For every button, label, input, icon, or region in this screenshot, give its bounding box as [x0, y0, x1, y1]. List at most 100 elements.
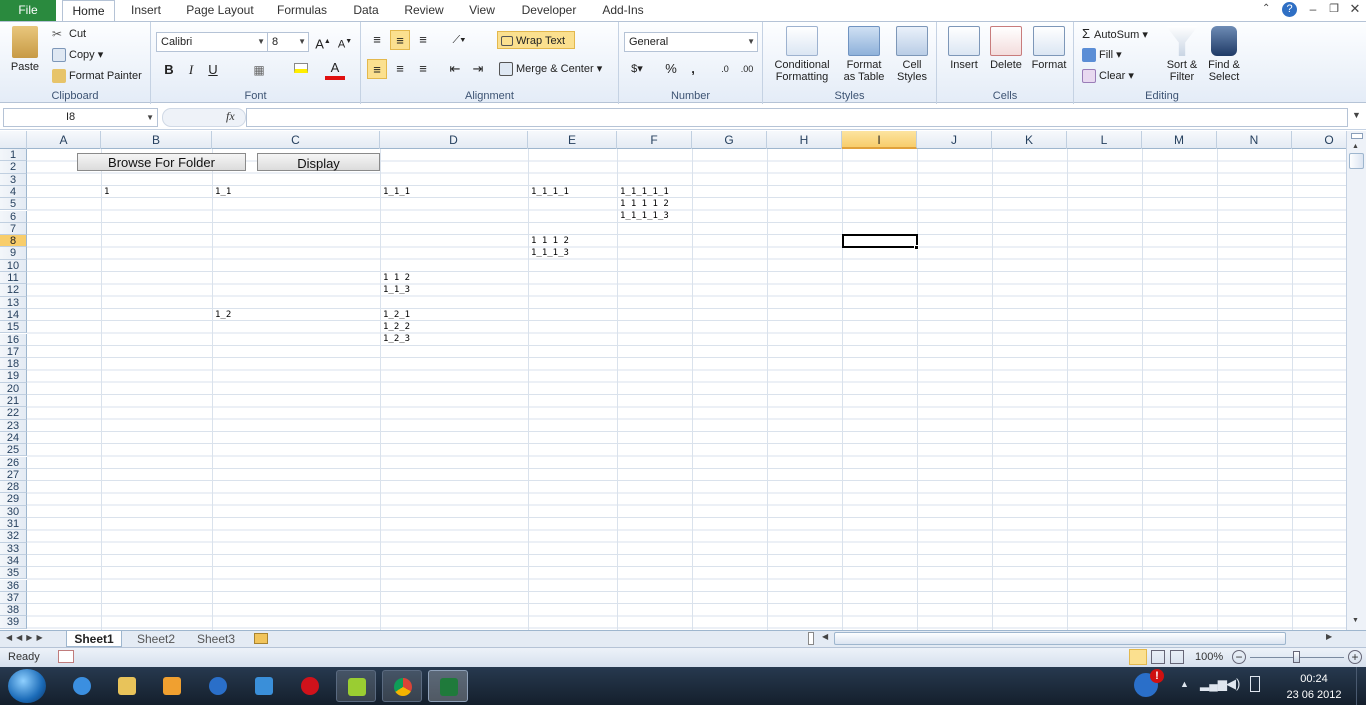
tab-file[interactable]: File — [0, 0, 56, 21]
row-header[interactable]: 28 — [0, 481, 27, 494]
format-cells-button[interactable]: Format — [1027, 26, 1071, 71]
tab-page-layout[interactable]: Page Layout — [182, 0, 258, 22]
vertical-scrollbar[interactable]: ▲ ▼ — [1346, 131, 1366, 630]
row-header[interactable]: 20 — [0, 382, 27, 395]
normal-view-icon[interactable] — [1129, 649, 1147, 665]
scroll-right-icon[interactable]: ▶ — [1326, 632, 1332, 641]
paste-button[interactable]: Paste — [6, 26, 44, 73]
row-header[interactable]: 7 — [0, 222, 27, 236]
zoom-in-icon[interactable]: + — [1348, 650, 1362, 664]
cell-D14[interactable]: 1_2_1 — [383, 309, 410, 321]
row-header[interactable]: 13 — [0, 296, 27, 309]
show-desktop-button[interactable] — [1356, 667, 1366, 705]
grow-font-button[interactable]: A▲ — [313, 32, 333, 52]
alert-icon[interactable]: ! — [1150, 669, 1164, 683]
find-select-button[interactable]: Find & Select — [1202, 26, 1246, 83]
comma-button[interactable]: , — [683, 59, 703, 79]
cell-C4[interactable]: 1_1 — [215, 186, 231, 198]
active-cell-I8[interactable] — [842, 234, 918, 248]
bold-button[interactable]: B — [159, 60, 179, 80]
cell-E9[interactable]: 1_1_1_3 — [531, 247, 569, 259]
window-close-icon[interactable]: ✕ — [1348, 1, 1362, 16]
tab-home[interactable]: Home — [62, 0, 115, 22]
row-header[interactable]: 18 — [0, 358, 27, 371]
tab-split-handle[interactable] — [808, 632, 814, 645]
window-minimize-icon[interactable]: – — [1306, 2, 1320, 16]
column-header[interactable]: M — [1142, 131, 1217, 149]
sort-filter-button[interactable]: Sort & Filter — [1160, 26, 1204, 83]
row-header[interactable]: 14 — [0, 308, 27, 322]
row-header[interactable]: 2 — [0, 161, 27, 174]
font-size-combo[interactable]: 8 ▼ — [267, 32, 309, 52]
insert-cells-button[interactable]: Insert — [943, 26, 985, 71]
cell-area[interactable]: Browse For Folder Display 1 1_1 1_1_1 1_… — [27, 149, 1346, 630]
copy-button[interactable]: Copy ▾ — [52, 46, 103, 64]
column-header-selected[interactable]: I — [842, 131, 917, 149]
minimize-ribbon-icon[interactable]: ⌃ — [1262, 3, 1274, 15]
column-header[interactable]: N — [1217, 131, 1292, 149]
row-header[interactable]: 22 — [0, 407, 27, 420]
row-header[interactable]: 12 — [0, 284, 27, 297]
help-icon[interactable]: ? — [1282, 2, 1297, 17]
cell-E8[interactable]: 1 1 1 2 — [531, 235, 569, 247]
expand-formula-bar-icon[interactable]: ▼ — [1352, 110, 1361, 120]
column-header[interactable]: B — [101, 131, 212, 149]
signal-icon[interactable]: ▂▄▆ — [1200, 677, 1227, 691]
conditional-formatting-button[interactable]: Conditional Formatting — [767, 26, 837, 83]
page-break-view-icon[interactable] — [1170, 650, 1184, 664]
scroll-left-icon[interactable]: ◀ — [822, 632, 828, 641]
row-header[interactable]: 39 — [0, 616, 27, 629]
row-header-selected[interactable]: 8 — [0, 235, 27, 248]
tray-expand-icon[interactable]: ▲ — [1180, 679, 1189, 689]
column-header[interactable]: C — [212, 131, 380, 149]
delete-cells-button[interactable]: Delete — [985, 26, 1027, 71]
align-middle-button[interactable]: ≡ — [390, 30, 410, 50]
formula-input[interactable] — [246, 108, 1348, 127]
align-center-button[interactable]: ≡ — [390, 59, 410, 79]
column-header[interactable]: F — [617, 131, 692, 149]
tab-data[interactable]: Data — [346, 0, 386, 22]
column-header[interactable]: J — [917, 131, 992, 149]
tab-developer[interactable]: Developer — [516, 0, 582, 22]
row-header[interactable]: 34 — [0, 554, 27, 568]
sheet-tab[interactable]: Sheet2 — [132, 631, 180, 647]
cell-F4[interactable]: 1_1_1_1_1 — [620, 186, 669, 198]
sheet-tab[interactable]: Sheet3 — [192, 631, 240, 647]
cell-C14[interactable]: 1_2 — [215, 309, 231, 321]
cell-D12[interactable]: 1_1_3 — [383, 284, 410, 296]
clock-date[interactable]: 23 06 2012 — [1278, 689, 1350, 701]
fill-handle[interactable] — [914, 245, 919, 250]
column-header[interactable]: A — [27, 131, 101, 149]
row-header[interactable]: 24 — [0, 431, 27, 445]
decrease-indent-button[interactable]: ⇤ — [445, 59, 465, 79]
align-right-button[interactable]: ≡ — [413, 59, 433, 79]
row-header[interactable]: 6 — [0, 210, 27, 223]
row-header[interactable]: 11 — [0, 272, 27, 285]
column-header[interactable]: G — [692, 131, 767, 149]
browse-for-folder-button[interactable]: Browse For Folder — [77, 153, 246, 171]
align-left-button[interactable]: ≡ — [367, 59, 387, 79]
row-header[interactable]: 31 — [0, 518, 27, 531]
hp-icon[interactable] — [198, 670, 238, 702]
window-restore-icon[interactable]: ❐ — [1327, 2, 1341, 16]
row-header[interactable]: 15 — [0, 321, 27, 334]
merge-center-button[interactable]: Merge & Center ▾ — [499, 60, 602, 78]
column-header[interactable]: H — [767, 131, 842, 149]
row-header[interactable]: 4 — [0, 185, 27, 199]
column-header[interactable]: D — [380, 131, 528, 149]
insert-function-button[interactable]: fx — [226, 109, 235, 124]
cell-F6[interactable]: 1_1_1_1_3 — [620, 210, 669, 222]
tab-add-ins[interactable]: Add-Ins — [596, 0, 650, 22]
row-header[interactable]: 36 — [0, 579, 27, 592]
wrap-text-button[interactable]: Wrap Text — [497, 31, 575, 49]
start-button[interactable] — [8, 669, 46, 703]
row-header[interactable]: 30 — [0, 505, 27, 518]
cell-D16[interactable]: 1_2_3 — [383, 333, 410, 345]
cell-D11[interactable]: 1 1 2 — [383, 272, 410, 284]
autosum-button[interactable]: Σ AutoSum ▾ — [1082, 25, 1148, 43]
cell-E4[interactable]: 1_1_1_1 — [531, 186, 569, 198]
row-header[interactable]: 17 — [0, 345, 27, 359]
display-button[interactable]: Display — [257, 153, 380, 171]
scroll-up-icon[interactable]: ▲ — [1352, 143, 1359, 150]
sheet-navigation-arrows[interactable]: ◀◀▶▶ — [6, 633, 47, 642]
